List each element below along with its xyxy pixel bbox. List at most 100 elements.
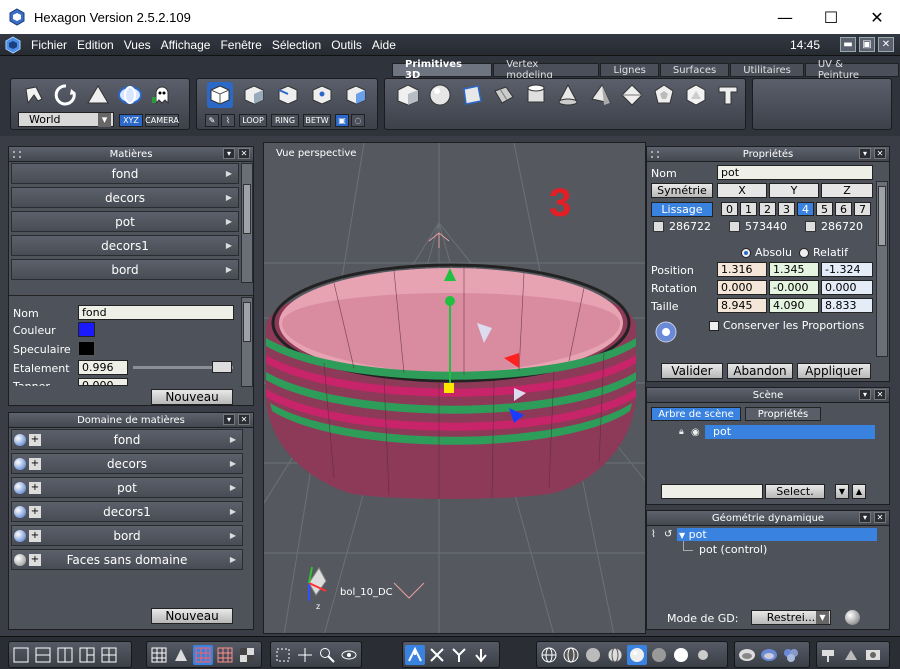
grid-plane-icon[interactable] [491,82,517,108]
relatif-radio[interactable] [799,248,809,258]
valider-button[interactable]: Valider [661,363,723,379]
scene-down-button[interactable]: ▼ [835,484,849,499]
lissage-level-6[interactable]: 6 [835,202,852,216]
absolu-radio[interactable] [741,248,751,258]
icosahedron-icon[interactable] [683,82,709,108]
wireframe-sphere-icon[interactable] [539,645,559,665]
multi-sphere-icon[interactable] [781,645,801,665]
menu-fichier[interactable]: Fichier [26,38,72,52]
domain-new-button[interactable]: Nouveau [151,608,233,624]
etalement-field[interactable]: 0.996 [78,360,128,375]
textured-sphere-icon[interactable] [649,645,669,665]
domain-item-bord[interactable]: + bord ▶ [11,525,243,546]
lissage-level-2[interactable]: 2 [759,202,776,216]
add-icon[interactable]: + [29,481,41,494]
ghost-icon[interactable] [149,82,175,108]
sym-z-button[interactable]: Z [821,183,873,198]
checker-icon[interactable] [237,645,257,665]
lissage-level-7[interactable]: 7 [854,202,871,216]
panel-menu-icon[interactable]: ▾ [859,389,871,400]
domain-item-fond[interactable]: + fond ▶ [11,429,243,450]
tool-x-icon[interactable] [427,645,447,665]
octahedron-icon[interactable] [619,82,645,108]
appliquer-button[interactable]: Appliquer [797,363,871,379]
loop-button[interactable]: LOOP [239,114,267,127]
add-icon[interactable]: + [29,433,41,446]
tab-utilitaires[interactable]: Utilitaires [730,63,804,77]
position-x-field[interactable]: 1.316 [717,262,767,277]
grid-display-icon[interactable] [149,645,169,665]
layout-split-h-icon[interactable] [33,645,53,665]
view-eye-icon[interactable] [339,645,359,665]
vertex-select-icon[interactable] [309,82,335,108]
lissage-level-4[interactable]: 4 [797,202,814,216]
menu-outils[interactable]: Outils [326,38,367,52]
tab-scene-proprietes[interactable]: Propriétés [745,407,821,421]
lissage-level-1[interactable]: 1 [740,202,757,216]
lissage-button[interactable]: Lissage [651,202,713,217]
material-item-decors[interactable]: decors ▶ [11,187,239,208]
menu-aide[interactable]: Aide [367,38,401,52]
menu-edition[interactable]: Edition [72,38,119,52]
taille-z-field[interactable]: 8.833 [821,298,873,313]
pyramid-icon[interactable] [587,82,613,108]
panel-menu-icon[interactable]: ▾ [859,512,871,523]
sym-y-button[interactable]: Y [769,183,819,198]
layout-split-v-icon[interactable] [55,645,75,665]
select-button[interactable]: Select. [765,484,825,499]
lissage-level-0[interactable]: 0 [721,202,738,216]
sym-x-button[interactable]: X [717,183,767,198]
panel-menu-icon[interactable]: ▾ [223,148,235,159]
panel-close-icon[interactable]: ✕ [238,414,250,425]
snap-icon[interactable] [171,645,191,665]
material-item-bord[interactable]: bord ▶ [11,259,239,280]
smooth-sphere-icon[interactable] [627,644,647,665]
pan-icon[interactable] [295,645,315,665]
object-name-field[interactable]: pot [717,165,873,180]
grid-color-icon[interactable] [193,644,213,665]
scene-filter-input[interactable] [661,484,763,499]
mode-gd-indicator[interactable] [845,610,860,625]
domain-item-decors1[interactable]: + decors1 ▶ [11,501,243,522]
smooth-wire-sphere-icon[interactable] [605,645,625,665]
sphere-icon[interactable] [427,82,453,108]
menu-selection[interactable]: Sélection [267,38,326,52]
camera-pose-icon[interactable] [841,645,861,665]
abandon-button[interactable]: Abandon [727,363,793,379]
add-icon[interactable]: + [29,529,41,542]
tab-arbre-de-scene[interactable]: Arbre de scène [651,407,741,421]
panel-close-icon[interactable]: ✕ [874,512,886,523]
panel-menu-icon[interactable]: ▾ [223,414,235,425]
menu-fenetre[interactable]: Fenêtre [215,38,266,52]
lasso-select-icon[interactable]: ⌇ [221,114,235,127]
dome-light-icon[interactable] [759,645,779,665]
close-button[interactable]: ✕ [854,0,900,34]
dyn-geom-child[interactable]: pot (control) [699,543,767,556]
expand-arrow-icon[interactable]: ▼ [679,531,685,540]
universal-manipulator-icon[interactable] [117,82,143,108]
scale-icon[interactable] [85,82,111,108]
tab-lignes[interactable]: Lignes [600,63,659,77]
doc-minimize-button[interactable]: ▬ [840,37,856,52]
grip-icon[interactable] [13,151,21,158]
position-z-field[interactable]: -1.324 [821,262,873,277]
materials-new-button[interactable]: Nouveau [151,389,233,405]
doc-close-button[interactable]: ✕ [878,37,894,52]
panel-close-icon[interactable]: ✕ [874,389,886,400]
layout-single-icon[interactable] [11,645,31,665]
curve-icon[interactable]: ⌇ [651,529,656,540]
couleur-swatch[interactable] [78,322,95,337]
panel-close-icon[interactable]: ✕ [874,148,886,159]
material-sphere-icon[interactable] [737,645,757,665]
domain-item-decors[interactable]: + decors ▶ [11,453,243,474]
cylinder-icon[interactable] [523,82,549,108]
hexagon-logo-icon[interactable] [4,35,22,54]
lock-icon[interactable]: 🔒︎ [679,427,684,437]
material-item-decors1[interactable]: decors1 ▶ [11,235,239,256]
materials-props-scrollbar[interactable] [241,297,253,387]
grip-icon[interactable] [651,151,659,158]
dyn-geom-item-pot[interactable]: ▼ pot [677,528,877,541]
conserver-proportions-checkbox[interactable] [709,321,719,331]
material-item-fond[interactable]: fond ▶ [11,163,239,184]
domain-item-pot[interactable]: + pot ▶ [11,477,243,498]
